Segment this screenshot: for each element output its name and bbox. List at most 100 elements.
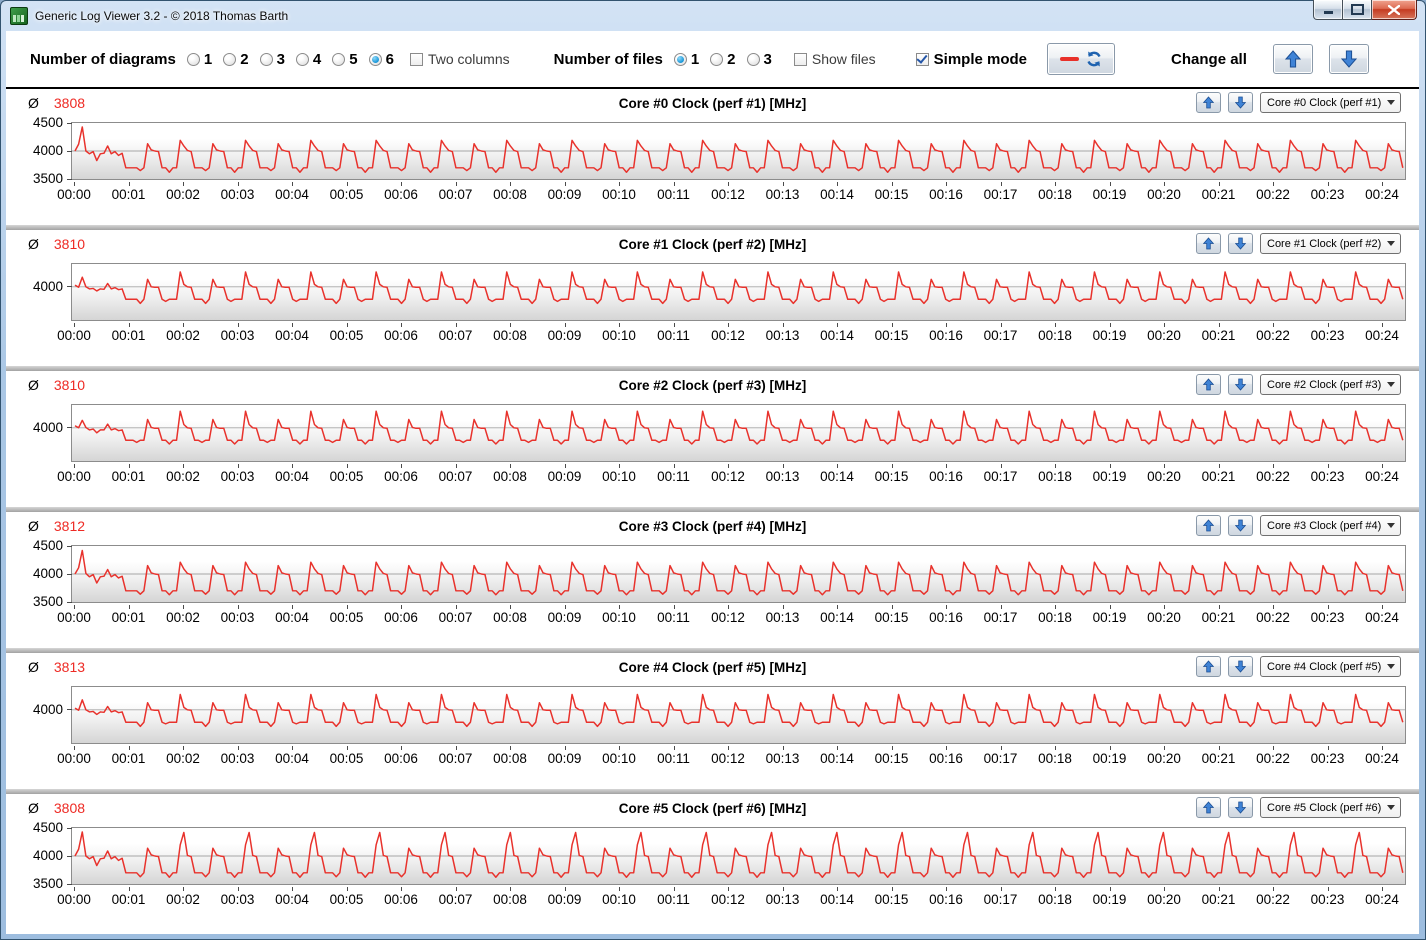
x-axis-label: 00:09: [547, 892, 582, 907]
chart-area: 4000: [33, 263, 1406, 321]
signal-select-dropdown[interactable]: Core #1 Clock (perf #2) [M: [1260, 233, 1401, 254]
radio-icon[interactable]: [746, 52, 760, 66]
signal-select-dropdown[interactable]: Core #4 Clock (perf #5) [M: [1260, 656, 1401, 677]
x-axis-label: 00:15: [874, 892, 909, 907]
x-axis-tick: [782, 746, 784, 750]
minimize-button[interactable]: [1313, 0, 1343, 20]
radio-label: 3: [276, 50, 285, 68]
x-axis-tick: [1164, 464, 1165, 468]
panel-move-down-button[interactable]: [1228, 233, 1253, 254]
files-radio-3[interactable]: 3: [746, 51, 772, 68]
x-axis-label: 00:16: [929, 187, 963, 202]
x-axis-label: 00:16: [929, 610, 963, 625]
average-symbol: Ø: [28, 95, 39, 111]
x-axis-tick: [564, 323, 566, 327]
diagrams-radio-2[interactable]: 2: [223, 51, 249, 68]
close-button[interactable]: [1372, 0, 1417, 20]
simple-mode-label: Simple mode: [933, 50, 1028, 68]
chart-plot[interactable]: 4500 4000 3500: [33, 116, 1406, 186]
panel-move-up-button[interactable]: [1196, 374, 1221, 395]
line-style-refresh-button[interactable]: [1047, 43, 1116, 75]
change-all-down-button[interactable]: [1328, 44, 1369, 74]
x-axis-tick: [619, 887, 620, 891]
two-columns-checkbox[interactable]: Two columns: [409, 51, 510, 67]
chart-area: 4500 4000 3500: [33, 821, 1406, 891]
change-all-up-button[interactable]: [1272, 44, 1313, 74]
checkbox-checked-icon[interactable]: [915, 52, 929, 66]
x-axis-tick: [1218, 323, 1220, 327]
simple-mode-checkbox[interactable]: Simple mode: [915, 50, 1028, 68]
checkbox-icon[interactable]: [793, 52, 807, 66]
checkbox-icon[interactable]: [409, 52, 423, 66]
x-axis-label: 00:19: [1092, 187, 1127, 202]
radio-selected-icon[interactable]: [673, 52, 687, 66]
panel-controls: Core #4 Clock (perf #5) [M: [1196, 656, 1401, 677]
x-axis-tick: [946, 182, 947, 186]
panel-controls: Core #1 Clock (perf #2) [M: [1196, 233, 1401, 254]
radio-icon[interactable]: [295, 52, 309, 66]
x-axis-tick: [891, 887, 893, 891]
diagrams-radio-3[interactable]: 3: [259, 50, 285, 68]
chart-plot[interactable]: 4000: [33, 404, 1406, 462]
toolbar: Number of diagrams 1 2 3 4 5 6 Two colum…: [6, 31, 1419, 89]
x-axis-tick: [183, 323, 184, 327]
diagrams-radio-4[interactable]: 4: [295, 51, 321, 68]
radio-icon[interactable]: [259, 52, 273, 66]
down-arrow-icon: [1235, 96, 1246, 109]
panel-move-down-button[interactable]: [1228, 374, 1253, 395]
x-axis-tick: [1000, 746, 1002, 750]
chart-plot[interactable]: 4500 4000 3500: [33, 821, 1406, 891]
panel-move-up-button[interactable]: [1196, 515, 1221, 536]
panel-move-up-button[interactable]: [1196, 656, 1221, 677]
signal-select-dropdown[interactable]: Core #2 Clock (perf #3) [M: [1260, 374, 1401, 395]
x-axis-label: 00:06: [384, 469, 418, 484]
panel-controls: Core #2 Clock (perf #3) [M: [1196, 374, 1401, 395]
x-axis-label: 00:22: [1256, 187, 1290, 202]
x-axis-label: 00:01: [111, 892, 146, 907]
files-radio-1[interactable]: 1: [673, 51, 699, 68]
x-axis-tick: [891, 323, 893, 327]
x-axis-label: 00:14: [820, 610, 854, 625]
signal-select-dropdown[interactable]: Core #3 Clock (perf #4) [M: [1260, 515, 1401, 536]
x-axis-tick: [292, 887, 293, 891]
x-axis-label: 00:20: [1147, 751, 1181, 766]
x-axis-tick: [292, 605, 293, 609]
panel-move-down-button[interactable]: [1228, 515, 1253, 536]
panel-move-down-button[interactable]: [1228, 656, 1253, 677]
chart-plot[interactable]: 4000: [33, 686, 1406, 744]
diagrams-radio-1[interactable]: 1: [186, 51, 212, 68]
panel-move-up-button[interactable]: [1196, 797, 1221, 818]
panel-move-up-button[interactable]: [1196, 233, 1221, 254]
radio-selected-icon[interactable]: [368, 52, 382, 66]
x-axis-tick: [1327, 464, 1329, 468]
maximize-button[interactable]: [1343, 0, 1372, 20]
panel-move-up-button[interactable]: [1196, 92, 1221, 113]
diagrams-radio-6[interactable]: 6: [368, 51, 394, 68]
average-symbol: Ø: [28, 377, 39, 393]
files-radio-2[interactable]: 2: [710, 51, 736, 68]
diagrams-radio-5[interactable]: 5: [332, 51, 358, 68]
panel-move-down-button[interactable]: [1228, 92, 1253, 113]
chart-plot[interactable]: 4500 4000 3500: [33, 539, 1406, 609]
x-axis-tick: [1218, 464, 1220, 468]
x-axis-tick: [346, 887, 348, 891]
x-axis-tick: [946, 464, 947, 468]
signal-select-dropdown[interactable]: Core #0 Clock (perf #1) [M: [1260, 92, 1401, 113]
x-axis-label: 00:20: [1147, 328, 1181, 343]
radio-icon[interactable]: [223, 52, 237, 66]
chart-plot[interactable]: 4000: [33, 263, 1406, 321]
y-axis-label: 3500: [32, 876, 63, 891]
x-axis-label: 00:14: [820, 187, 854, 202]
radio-icon[interactable]: [186, 52, 200, 66]
x-axis-tick: [74, 887, 75, 891]
show-files-checkbox[interactable]: Show files: [793, 51, 876, 67]
x-axis-label: 00:12: [711, 469, 745, 484]
x-axis-label: 00:19: [1092, 328, 1127, 343]
panel-move-down-button[interactable]: [1228, 797, 1253, 818]
signal-select-dropdown[interactable]: Core #5 Clock (perf #6) [M: [1260, 797, 1401, 818]
radio-icon[interactable]: [710, 52, 724, 66]
radio-icon[interactable]: [332, 52, 346, 66]
titlebar[interactable]: Generic Log Viewer 3.2 - © 2018 Thomas B…: [1, 0, 1425, 31]
x-axis-tick: [455, 323, 457, 327]
x-axis-tick: [1218, 887, 1220, 891]
